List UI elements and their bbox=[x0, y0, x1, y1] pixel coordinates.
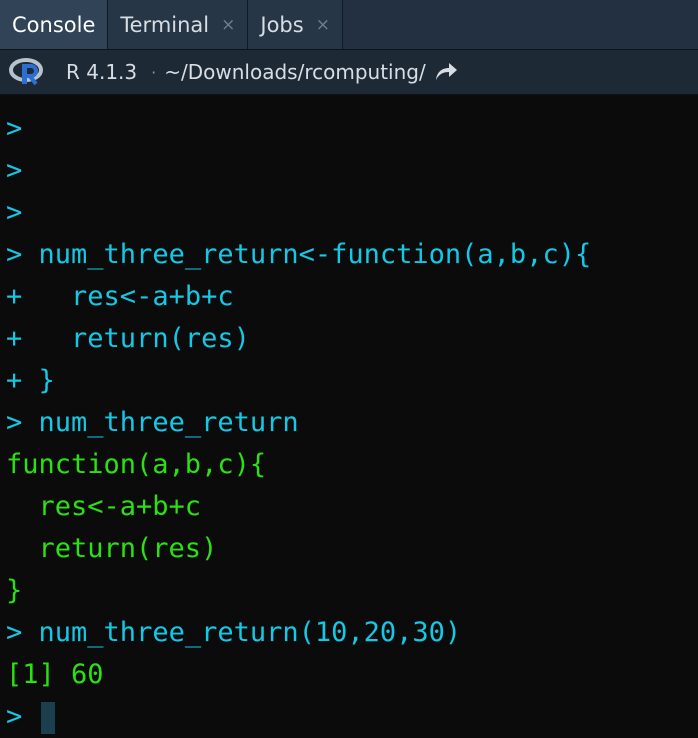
code: return(res) bbox=[38, 323, 250, 354]
output-line: return(res) bbox=[6, 533, 218, 564]
code: num_three_return bbox=[38, 407, 299, 438]
console-line: > num_three_return bbox=[0, 402, 698, 444]
prompt: > bbox=[6, 155, 23, 186]
r-version: R 4.1.3 bbox=[66, 60, 138, 84]
console-line: > num_three_return<-function(a,b,c){ bbox=[0, 234, 698, 276]
output-line: } bbox=[6, 575, 23, 606]
output-line: function(a,b,c){ bbox=[6, 449, 267, 480]
prompt: > bbox=[6, 239, 23, 270]
console-line: > bbox=[0, 108, 698, 150]
tab-terminal[interactable]: Terminal × bbox=[108, 0, 249, 49]
separator: · bbox=[151, 62, 157, 82]
prompt: > bbox=[6, 197, 23, 228]
console-line: + res<-a+b+c bbox=[0, 276, 698, 318]
tab-terminal-label: Terminal bbox=[120, 12, 210, 37]
console-line: + return(res) bbox=[0, 318, 698, 360]
tab-jobs-label: Jobs bbox=[260, 12, 304, 37]
prompt: > bbox=[6, 113, 23, 144]
prompt: > bbox=[6, 701, 23, 732]
console-input-line[interactable]: > bbox=[0, 696, 698, 738]
console-info-bar: R 4.1.3 · ~/Downloads/rcomputing/ bbox=[0, 50, 698, 95]
prompt: > bbox=[6, 617, 23, 648]
code: num_three_return(10,20,30) bbox=[38, 617, 462, 648]
result-line: [1] 60 bbox=[6, 659, 104, 690]
working-directory: ~/Downloads/rcomputing/ bbox=[164, 60, 426, 84]
r-logo-icon bbox=[9, 58, 43, 86]
code: res<-a+b+c bbox=[38, 281, 234, 312]
console-line: > num_three_return(10,20,30) bbox=[0, 612, 698, 654]
text-cursor bbox=[40, 701, 55, 734]
console-line: + } bbox=[0, 360, 698, 402]
go-to-directory-icon[interactable] bbox=[434, 62, 458, 82]
prompt: + bbox=[6, 365, 23, 396]
prompt: + bbox=[6, 323, 23, 354]
code: num_three_return<-function(a,b,c){ bbox=[38, 239, 592, 270]
prompt: > bbox=[6, 407, 23, 438]
output-line: res<-a+b+c bbox=[6, 491, 202, 522]
close-icon[interactable]: × bbox=[221, 15, 235, 35]
console-line: > bbox=[0, 150, 698, 192]
console-output[interactable]: > > > > num_three_return<-function(a,b,c… bbox=[0, 108, 698, 738]
tab-console-label: Console bbox=[12, 12, 96, 37]
console-line: > bbox=[0, 192, 698, 234]
tab-jobs[interactable]: Jobs × bbox=[248, 0, 343, 49]
tab-console[interactable]: Console bbox=[0, 0, 109, 49]
close-icon[interactable]: × bbox=[316, 15, 330, 35]
code: } bbox=[38, 365, 55, 396]
prompt: + bbox=[6, 281, 23, 312]
tab-bar: Console Terminal × Jobs × bbox=[0, 0, 698, 50]
